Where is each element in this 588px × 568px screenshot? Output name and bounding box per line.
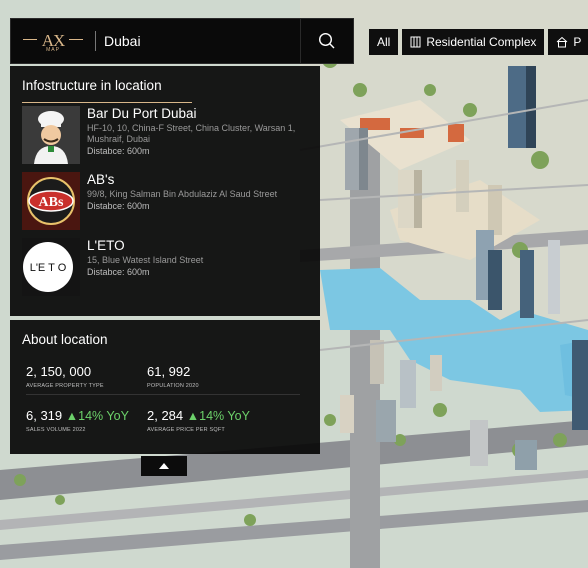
- place-name: AB's: [87, 172, 115, 187]
- place-distance: Distabce: 600m: [87, 201, 150, 211]
- place-info: AB's 99/8, King Salman Bin Abdulaziz Al …: [87, 172, 277, 230]
- stat-label: POPULATION 2020: [147, 383, 199, 389]
- search-divider: [95, 31, 96, 51]
- filter-chips: All Residential Complex P: [369, 29, 588, 55]
- filter-partial[interactable]: P: [548, 29, 588, 55]
- collapse-panel-button[interactable]: [141, 456, 187, 476]
- building-icon: [410, 36, 421, 48]
- filter-all[interactable]: All: [369, 29, 399, 55]
- stat-sales-volume: 6, 319 ▲14% YoY SALES VOLUME 2022: [26, 408, 129, 433]
- stat-value: 2, 284: [147, 408, 184, 423]
- place-distance: Distabce: 600m: [87, 267, 150, 277]
- search-button[interactable]: [300, 19, 353, 63]
- logo-subtitle: MAP: [46, 47, 60, 53]
- title-underline: [22, 102, 192, 103]
- stat-value: 61, 992: [147, 364, 191, 379]
- stat-average-property: 2, 150, 000 AVERAGE PROPERTY TYPE: [26, 364, 104, 389]
- place-item[interactable]: ABs AB's 99/8, King Salman Bin Abdulaziz…: [22, 172, 312, 230]
- place-distance: Distabce: 600m: [87, 146, 150, 156]
- leto-logo-text: L'E T O: [30, 262, 67, 274]
- stat-yoy: 14% YoY: [78, 409, 129, 423]
- stat-population: 61, 992 POPULATION 2020: [147, 364, 199, 389]
- place-thumbnail: ABs: [22, 172, 80, 230]
- place-info: Bar Du Port Dubai HF-10, 10, China-F Str…: [87, 106, 312, 164]
- filter-residential-complex[interactable]: Residential Complex: [402, 29, 545, 55]
- stat-value: 2, 150, 000: [26, 364, 92, 379]
- place-address: 15, Blue Watest Island Street: [87, 255, 204, 265]
- stat-label: AVERAGE PRICE PER SQFT: [147, 427, 225, 433]
- infrastructure-title: Infostructure in location: [22, 78, 162, 93]
- place-name: Bar Du Port Dubai: [87, 106, 197, 121]
- stat-value-row: 2, 284 ▲14% YoY: [147, 408, 250, 423]
- filter-partial-label: P: [573, 35, 582, 49]
- stat-label: AVERAGE PROPERTY TYPE: [26, 383, 104, 389]
- place-address: HF-10, 10, China-F Street, China Cluster…: [87, 123, 296, 144]
- logo-line-right: [69, 39, 83, 40]
- stat-value: 6, 319: [26, 408, 63, 423]
- search-icon: [318, 32, 335, 49]
- brand-logo[interactable]: AX MAP: [11, 19, 95, 63]
- chevron-up-icon: [159, 463, 169, 469]
- trend-up-icon: ▲: [186, 409, 200, 423]
- stat-yoy: 14% YoY: [199, 409, 250, 423]
- logo-line-left: [23, 39, 37, 40]
- place-item[interactable]: Bar Du Port Dubai HF-10, 10, China-F Str…: [22, 106, 312, 164]
- chef-image: [22, 106, 80, 164]
- stat-label: SALES VOLUME 2022: [26, 427, 86, 433]
- place-info: L'ETO 15, Blue Watest Island Street Dist…: [87, 238, 203, 296]
- search-input[interactable]: [104, 21, 300, 61]
- stat-divider: [26, 394, 300, 395]
- place-thumbnail: [22, 106, 80, 164]
- stat-price-per-sqft: 2, 284 ▲14% YoY AVERAGE PRICE PER SQFT: [147, 408, 250, 433]
- place-address: 99/8, King Salman Bin Abdulaziz Al Saud …: [87, 189, 278, 199]
- trend-up-icon: ▲: [65, 409, 79, 423]
- place-thumbnail: L'E T O: [22, 238, 80, 296]
- leto-logo-image: L'E T O: [22, 238, 80, 296]
- about-title: About location: [22, 332, 108, 347]
- abs-logo-text: ABs: [39, 195, 64, 210]
- home-icon: [557, 36, 568, 48]
- abs-logo-image: ABs: [22, 172, 80, 230]
- search-bar: AX MAP: [10, 18, 354, 64]
- filter-residential-label: Residential Complex: [426, 35, 537, 49]
- place-name: L'ETO: [87, 238, 125, 253]
- about-location-panel: About location 2, 150, 000 AVERAGE PROPE…: [10, 320, 320, 454]
- filter-all-label: All: [377, 35, 391, 49]
- stat-value-row: 6, 319 ▲14% YoY: [26, 408, 129, 423]
- infrastructure-panel: Infostructure in location Bar Du Port Du…: [10, 66, 320, 316]
- place-item[interactable]: L'E T O L'ETO 15, Blue Watest Island Str…: [22, 238, 312, 296]
